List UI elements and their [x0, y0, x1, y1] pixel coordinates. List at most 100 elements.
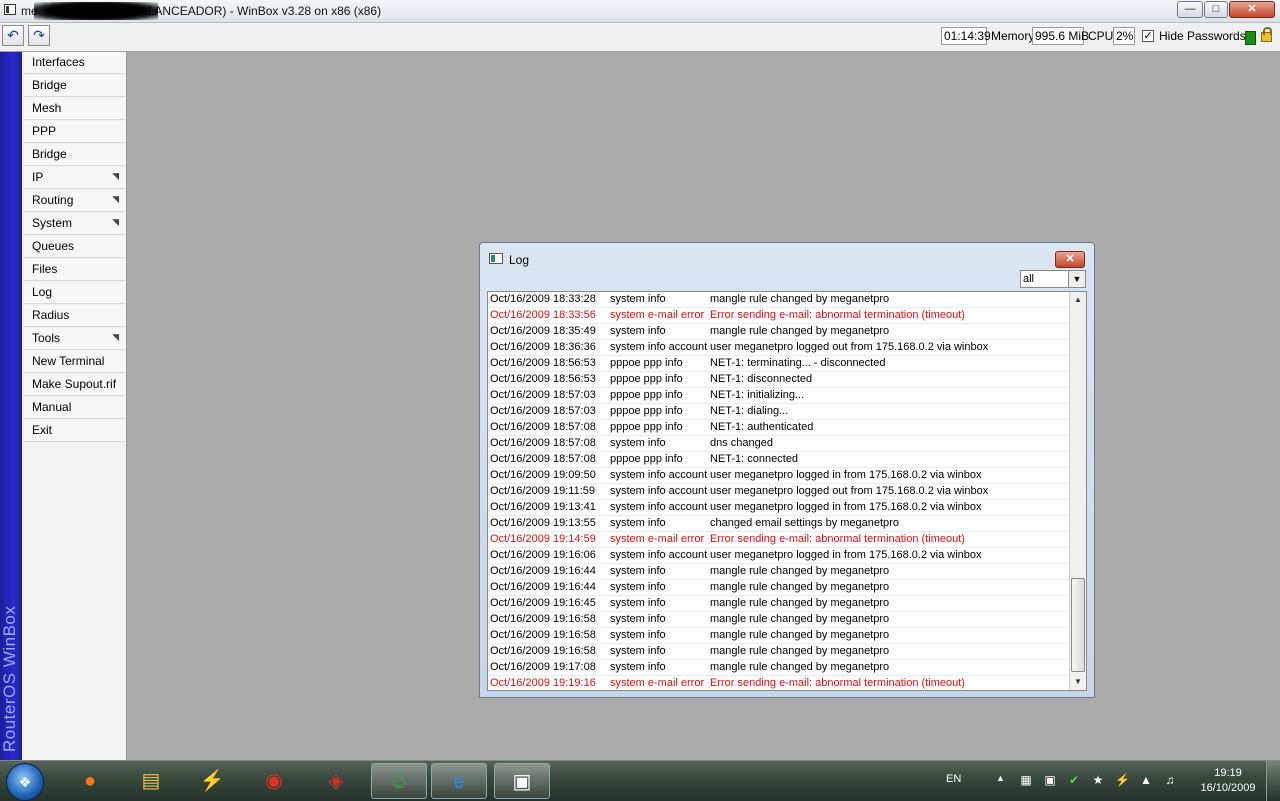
log-row[interactable]: Oct/16/2009 18:56:53 pppoe ppp info NET-1:…: [488, 356, 1070, 372]
winamp-taskbar-button[interactable]: ⚡: [184, 763, 240, 799]
close-button[interactable]: ✕: [1229, 1, 1275, 18]
app-taskbar-button-1[interactable]: ◉: [246, 763, 302, 799]
menu-item-routing[interactable]: Routing ◥: [24, 190, 125, 212]
log-message: Error sending e-mail: abnormal terminati…: [710, 533, 965, 545]
chevron-down-icon[interactable]: ▼: [1068, 271, 1085, 287]
menu-item-manual[interactable]: Manual: [24, 397, 125, 419]
app-taskbar-button-2[interactable]: ◈: [308, 763, 364, 799]
taskbar: ❖ ● ▤ ⚡ ◉ ◈ ☺ e ▣ EN ▲ ▦ ▣ ✔ ★ ⚡ ▲ ♫ 19:19 16/1…: [0, 760, 1280, 801]
log-row[interactable]: Oct/16/2009 18:57:08 pppoe ppp info NET-1:…: [488, 452, 1070, 468]
menu-item-queues[interactable]: Queues: [24, 236, 125, 258]
menu-item-make-supout-rif[interactable]: Make Supout.rif: [24, 374, 125, 396]
log-window[interactable]: Log ✕ all ▼ Oct/16/2009 18:33:28 system i…: [479, 242, 1095, 698]
log-scrollbar[interactable]: ▲ ▼: [1069, 292, 1086, 690]
window-title-bar[interactable]: me (BALANCEADOR) - WinBox v3.28 on x86 (…: [0, 0, 1280, 23]
menu-item-exit[interactable]: Exit: [24, 420, 125, 442]
submenu-arrow-icon: ◥: [112, 171, 119, 181]
language-indicator[interactable]: EN: [946, 773, 961, 785]
log-row[interactable]: Oct/16/2009 19:16:58 system info mangle ru…: [488, 612, 1070, 628]
log-time: Oct/16/2009 18:33:56: [490, 309, 596, 321]
menu-item-log[interactable]: Log: [24, 282, 125, 304]
log-row[interactable]: Oct/16/2009 19:16:58 system info mangle ru…: [488, 644, 1070, 660]
menu-item-label: Exit: [32, 423, 53, 437]
log-row[interactable]: Oct/16/2009 19:16:44 system info mangle ru…: [488, 564, 1070, 580]
volume-icon[interactable]: ♫: [1163, 773, 1177, 787]
firefox-taskbar-button[interactable]: ●: [62, 763, 118, 799]
messenger-taskbar-button[interactable]: ☺: [371, 763, 427, 799]
hide-passwords-checkbox[interactable]: ✓: [1142, 30, 1154, 42]
log-row[interactable]: Oct/16/2009 19:17:08 system info mangle ru…: [488, 660, 1070, 676]
log-row[interactable]: Oct/16/2009 19:16:58 system info mangle ru…: [488, 628, 1070, 644]
log-topics: system info account: [610, 469, 708, 481]
log-window-title: Log: [509, 253, 530, 267]
redo-button[interactable]: ↷: [28, 25, 50, 46]
winbox-taskbar-button[interactable]: ▣: [494, 763, 550, 799]
hide-passwords-label[interactable]: Hide Passwords: [1159, 29, 1246, 43]
connection-status-indicator: [1245, 31, 1256, 45]
winbox-app-icon[interactable]: [4, 4, 16, 15]
menu-item-ppp[interactable]: PPP: [24, 121, 125, 143]
menu-item-interfaces[interactable]: Interfaces: [24, 52, 125, 74]
log-row[interactable]: Oct/16/2009 19:09:50 system info account u…: [488, 468, 1070, 484]
log-row[interactable]: Oct/16/2009 18:57:08 pppoe ppp info NET-1:…: [488, 420, 1070, 436]
menu-item-label: Tools: [32, 331, 61, 345]
log-message: mangle rule changed by meganetpro: [710, 325, 890, 337]
log-row[interactable]: Oct/16/2009 19:13:41 system info account u…: [488, 500, 1070, 516]
flag-icon[interactable]: ▦: [1019, 773, 1033, 787]
log-message: Error sending e-mail: abnormal terminati…: [710, 309, 965, 321]
menu-item-mesh[interactable]: Mesh: [24, 98, 125, 120]
log-row[interactable]: Oct/16/2009 18:57:03 pppoe ppp info NET-1:…: [488, 388, 1070, 404]
log-row[interactable]: Oct/16/2009 19:16:45 system info mangle ru…: [488, 596, 1070, 612]
network-signal-icon[interactable]: ▲: [1139, 773, 1153, 787]
log-row[interactable]: Oct/16/2009 18:57:08 system info dns chang…: [488, 436, 1070, 452]
log-message: NET-1: authenticated: [710, 421, 814, 433]
log-row[interactable]: Oct/16/2009 18:33:56 system e-mail error E…: [488, 308, 1070, 324]
menu-item-system[interactable]: System ◥: [24, 213, 125, 235]
menu-item-tools[interactable]: Tools ◥: [24, 328, 125, 350]
log-message: user meganetpro logged in from 175.168.0…: [710, 469, 982, 481]
log-row[interactable]: Oct/16/2009 19:16:44 system info mangle ru…: [488, 580, 1070, 596]
log-row[interactable]: Oct/16/2009 19:14:59 system e-mail error E…: [488, 532, 1070, 548]
undo-button[interactable]: ↶: [2, 25, 24, 46]
menu-item-ip[interactable]: IP ◥: [24, 167, 125, 189]
system-clock[interactable]: 19:19 16/10/2009: [1198, 766, 1258, 796]
internet-explorer-taskbar-button[interactable]: e: [431, 763, 487, 799]
log-row[interactable]: Oct/16/2009 19:13:55 system info changed e…: [488, 516, 1070, 532]
monitor-icon[interactable]: ▣: [1043, 773, 1057, 787]
minimize-button[interactable]: —: [1177, 1, 1203, 18]
security-shield-icon[interactable]: ✔: [1067, 773, 1081, 787]
log-list[interactable]: Oct/16/2009 18:33:28 system info mangle ru…: [487, 291, 1087, 691]
log-row[interactable]: Oct/16/2009 19:19:16 system e-mail error E…: [488, 676, 1070, 690]
log-row[interactable]: Oct/16/2009 18:36:36 system info account u…: [488, 340, 1070, 356]
log-row[interactable]: Oct/16/2009 18:35:49 system info mangle ru…: [488, 324, 1070, 340]
menu-item-label: Routing: [32, 193, 74, 207]
log-close-button[interactable]: ✕: [1055, 251, 1085, 268]
show-hidden-icons-icon[interactable]: ▲: [996, 773, 1005, 783]
menu-item-bridge[interactable]: Bridge: [24, 144, 125, 166]
power-icon[interactable]: ⚡: [1115, 773, 1130, 787]
menu-item-radius[interactable]: Radius: [24, 305, 125, 327]
log-time: Oct/16/2009 19:16:58: [490, 613, 596, 625]
scroll-down-arrow-icon[interactable]: ▼: [1070, 675, 1086, 689]
maximize-button[interactable]: □: [1204, 1, 1228, 18]
show-desktop-button[interactable]: [1266, 761, 1280, 801]
log-topics: system info: [610, 629, 666, 641]
log-filter-select[interactable]: all ▼: [1020, 270, 1086, 288]
menu-item-bridge[interactable]: Bridge: [24, 75, 125, 97]
log-row[interactable]: Oct/16/2009 18:56:53 pppoe ppp info NET-1:…: [488, 372, 1070, 388]
menu-item-label: New Terminal: [32, 354, 105, 368]
menu-item-label: IP: [32, 170, 44, 184]
menu-item-files[interactable]: Files: [24, 259, 125, 281]
log-message: NET-1: disconnected: [710, 373, 813, 385]
log-row[interactable]: Oct/16/2009 18:57:03 pppoe ppp info NET-1:…: [488, 404, 1070, 420]
scroll-thumb[interactable]: [1071, 578, 1085, 672]
scroll-up-arrow-icon[interactable]: ▲: [1070, 293, 1086, 307]
menu-item-new-terminal[interactable]: New Terminal: [24, 351, 125, 373]
log-row[interactable]: Oct/16/2009 19:11:59 system info account u…: [488, 484, 1070, 500]
log-row[interactable]: Oct/16/2009 19:16:06 system info account u…: [488, 548, 1070, 564]
start-button[interactable]: ❖: [6, 763, 44, 801]
explorer-taskbar-button[interactable]: ▤: [123, 763, 179, 799]
log-row[interactable]: Oct/16/2009 18:33:28 system info mangle ru…: [488, 292, 1070, 308]
bluetooth-icon[interactable]: ★: [1091, 773, 1105, 787]
log-time: Oct/16/2009 18:57:08: [490, 437, 596, 449]
